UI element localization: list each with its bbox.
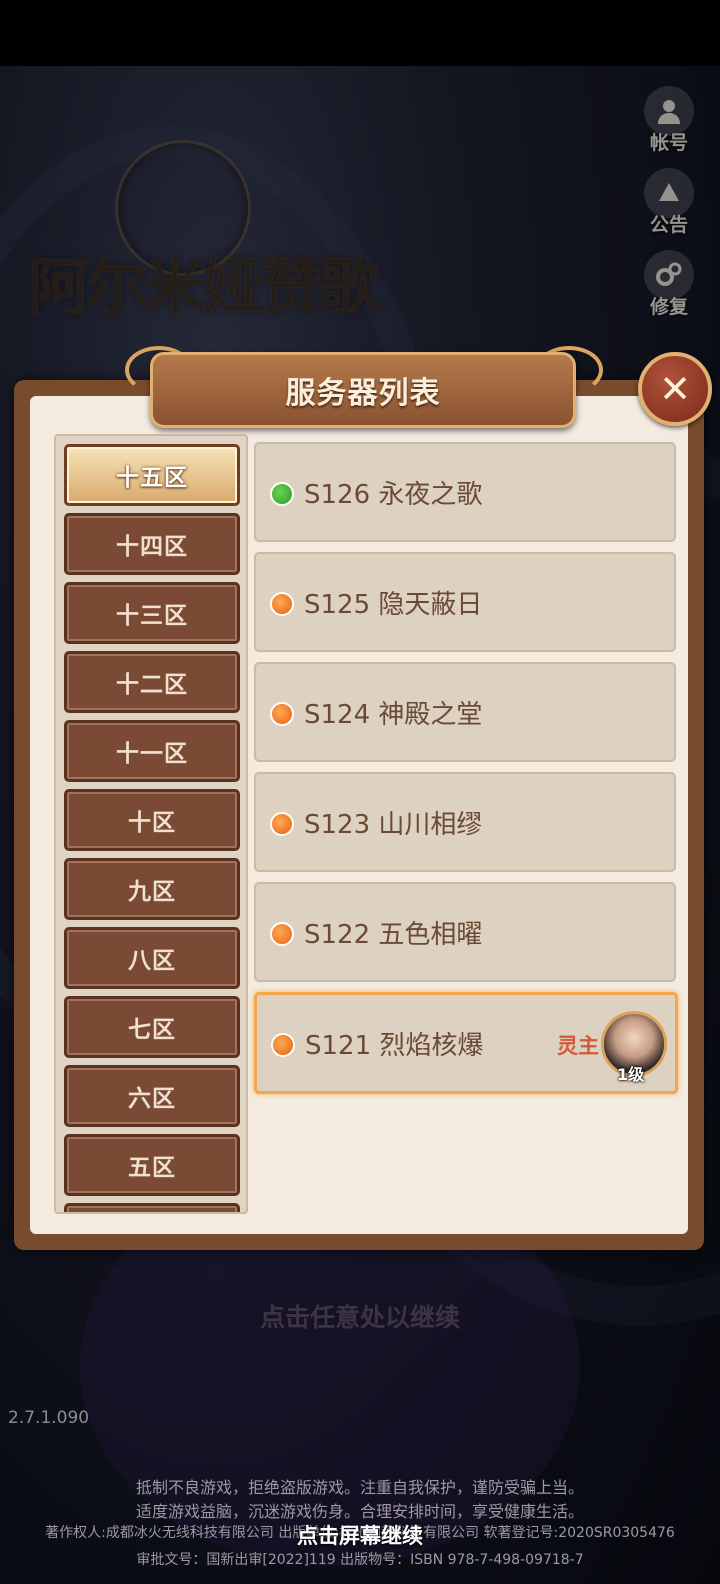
status-dot-icon [271,1033,295,1057]
dialog-title: 服务器列表 [285,376,441,411]
zone-tab-9[interactable]: 九区 [64,858,240,920]
zone-label: 十二区 [116,672,188,698]
zone-label: 九区 [128,879,176,905]
zone-label: 六区 [128,1086,176,1112]
server-name: S125 隐天蔽日 [304,590,483,620]
tap-anywhere-hint: 点击任意处以继续 [259,1303,460,1332]
zone-tab-14[interactable]: 十四区 [64,513,240,575]
server-name: S121 烈焰核爆 [305,1031,484,1061]
zone-label: 十一区 [116,741,188,767]
character-level: 1级 [617,1065,645,1084]
server-item[interactable]: S124 神殿之堂 [254,662,676,762]
zone-label: 十三区 [116,603,188,629]
legal-line: 审批文号：国新出审[2022]119 出版物号：ISBN 978-7-498-0… [136,1552,584,1568]
zone-tab-12[interactable]: 十二区 [64,651,240,713]
zone-tab-6[interactable]: 六区 [64,1065,240,1127]
zone-label: 十四区 [116,534,188,560]
status-bar [0,0,720,66]
status-dot-icon [270,922,294,946]
server-item-selected[interactable]: S121 烈焰核爆 灵主 1级 [254,992,678,1094]
status-dot-icon [270,482,294,506]
status-dot-icon [270,702,294,726]
status-dot-icon [270,812,294,836]
server-item[interactable]: S122 五色相曜 [254,882,676,982]
status-dot-icon [270,592,294,616]
server-item[interactable]: S123 山川相缪 [254,772,676,872]
zone-list[interactable]: 十五区 十四区 十三区 十二区 十一区 十区 九区 八区 七区 六区 五区 [54,434,248,1214]
version-label: 2.7.1.090 [8,1408,90,1428]
zone-label: 五区 [128,1155,176,1181]
zone-tab-7[interactable]: 七区 [64,996,240,1058]
server-item[interactable]: S125 隐天蔽日 [254,552,676,652]
zone-tab-8[interactable]: 八区 [64,927,240,989]
zone-tab-13[interactable]: 十三区 [64,582,240,644]
zone-tab-15[interactable]: 十五区 [64,444,240,506]
close-icon: ✕ [659,367,691,411]
zone-label: 八区 [128,948,176,974]
zone-tab-11[interactable]: 十一区 [64,720,240,782]
server-name: S126 永夜之歌 [304,480,483,510]
continue-hint[interactable]: 点击屏幕继续 [0,1520,720,1550]
character-role-label: 灵主 [557,1034,599,1058]
zone-label: 十区 [128,810,176,836]
server-item[interactable]: S126 永夜之歌 [254,442,676,542]
zone-label: 十五区 [116,465,188,491]
zone-tab-5[interactable]: 五区 [64,1134,240,1196]
zone-label: 七区 [128,1017,176,1043]
dialog-title-plate: 服务器列表 [150,352,576,428]
server-name: S124 神殿之堂 [304,700,483,730]
legal-line: 抵制不良游戏，拒绝盗版游戏。注重自我保护，谨防受骗上当。 [135,1478,584,1497]
legal-line: 适度游戏益脑，沉迷游戏伤身。合理安排时间，享受健康生活。 [135,1502,584,1521]
close-button[interactable]: ✕ [638,352,712,426]
server-name: S122 五色相曜 [304,920,483,950]
zone-tab-partial[interactable] [64,1203,240,1212]
zone-tab-10[interactable]: 十区 [64,789,240,851]
server-name: S123 山川相缪 [304,810,483,840]
